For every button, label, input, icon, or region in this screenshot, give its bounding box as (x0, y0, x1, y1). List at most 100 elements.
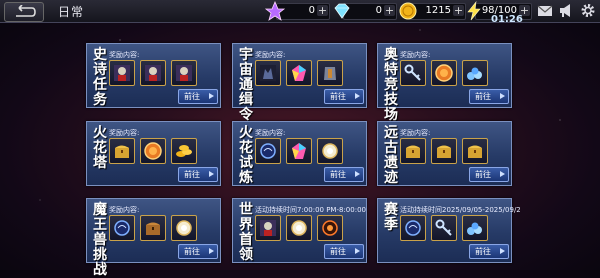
diamond-value: 0 (375, 5, 382, 16)
reward-slot[interactable] (109, 60, 135, 86)
gear-icon[interactable] (580, 3, 596, 18)
reward-slot[interactable] (317, 60, 343, 86)
reward-slot[interactable] (140, 215, 166, 241)
armor-icon (320, 63, 340, 83)
reward-label: 奖励内容: (255, 129, 286, 137)
arrow-right-icon (355, 171, 360, 177)
activity-card[interactable]: 远古遗迹 奖励内容: 前往 (377, 121, 512, 186)
arrow-right-icon (209, 248, 214, 254)
activity-card[interactable]: 魔王兽挑战 奖励内容: 前往 (86, 198, 221, 278)
activity-card[interactable]: 赛季 活动持续时间2025/09/05-2025/09/2 前往 (377, 198, 521, 263)
reward-slot[interactable] (431, 215, 457, 241)
megaphone-icon[interactable] (558, 3, 574, 18)
reward-label: 活动持续时间2025/09/05-2025/09/2 (400, 206, 521, 214)
reward-list (400, 215, 488, 241)
medal-icon (434, 63, 454, 83)
monster-card-icon (258, 63, 278, 83)
go-button[interactable]: 前往 (178, 89, 218, 104)
reward-slot[interactable] (140, 138, 166, 164)
gold-coins-icon (174, 141, 194, 161)
gold-coin-icon (399, 2, 417, 20)
glowing-orb-icon (320, 141, 340, 161)
reward-slot[interactable] (431, 60, 457, 86)
gold-add-button[interactable]: + (453, 5, 464, 16)
reward-slot[interactable] (317, 215, 343, 241)
activity-card[interactable]: 世界首领 活动持续时间7:00:00 PM-8:00:00 前往 (232, 198, 367, 263)
treasure-chest-icon (465, 141, 485, 161)
hero-card-icon (174, 63, 194, 83)
reward-label: 奖励内容: (109, 206, 140, 214)
reward-list (255, 60, 343, 86)
reward-slot[interactable] (140, 60, 166, 86)
rainbow-gem-icon (289, 63, 309, 83)
reward-slot[interactable] (255, 60, 281, 86)
activity-card[interactable]: 奥特竞技场 奖励内容: 前往 (377, 43, 512, 123)
glowing-orb-icon (174, 218, 194, 238)
reward-slot[interactable] (400, 138, 426, 164)
back-button[interactable] (4, 2, 44, 22)
go-button[interactable]: 前往 (324, 244, 364, 259)
gold-counter: 1215 + (399, 2, 466, 20)
mail-icon[interactable] (537, 3, 553, 18)
arrow-right-icon (500, 171, 505, 177)
treasure-chest-icon (112, 141, 132, 161)
treasure-chest-icon (403, 141, 423, 161)
clock-label: 01:26 (491, 14, 523, 25)
go-button-label: 前往 (184, 170, 200, 179)
arrow-right-icon (500, 93, 505, 99)
reward-slot[interactable] (462, 60, 488, 86)
reward-slot[interactable] (431, 138, 457, 164)
reward-slot[interactable] (255, 215, 281, 241)
reward-label: 活动持续时间7:00:00 PM-8:00:00 (255, 206, 366, 214)
reward-slot[interactable] (171, 138, 197, 164)
go-button-label: 前往 (475, 170, 491, 179)
reward-slot[interactable] (400, 60, 426, 86)
reward-slot[interactable] (317, 138, 343, 164)
reward-list (109, 215, 197, 241)
go-button[interactable]: 前往 (324, 167, 364, 182)
reward-slot[interactable] (171, 215, 197, 241)
reward-list (400, 60, 488, 86)
blue-orb-icon (403, 218, 423, 238)
arrow-right-icon (209, 171, 214, 177)
reward-list (255, 215, 343, 241)
go-button[interactable]: 前往 (178, 244, 218, 259)
activity-name: 远古遗迹 (384, 125, 398, 186)
medal-icon (143, 141, 163, 161)
diamond-counter: 0 + (334, 3, 397, 20)
reward-label: 奖励内容: (255, 51, 286, 59)
reward-slot[interactable] (462, 138, 488, 164)
reward-list (109, 138, 197, 164)
reward-slot[interactable] (462, 215, 488, 241)
hero-card-icon (258, 218, 278, 238)
go-button[interactable]: 前往 (178, 167, 218, 182)
go-button[interactable]: 前往 (469, 89, 509, 104)
glowing-orb-icon (289, 218, 309, 238)
go-button-label: 前往 (330, 247, 346, 256)
reward-slot[interactable] (109, 215, 135, 241)
crystal-add-button[interactable]: + (317, 5, 328, 16)
activity-card[interactable]: 火花塔 奖励内容: 前往 (86, 121, 221, 186)
reward-slot[interactable] (286, 138, 312, 164)
go-button[interactable]: 前往 (469, 167, 509, 182)
go-button-label: 前往 (330, 170, 346, 179)
go-button[interactable]: 前往 (324, 89, 364, 104)
activity-name: 宇宙通缉令 (239, 47, 253, 123)
diamond-add-button[interactable]: + (384, 5, 395, 16)
activity-card[interactable]: 火花试炼 奖励内容: 前往 (232, 121, 367, 186)
reward-slot[interactable] (286, 60, 312, 86)
activity-card[interactable]: 史诗任务 奖励内容: 前往 (86, 43, 221, 108)
reward-slot[interactable] (109, 138, 135, 164)
activity-name: 世界首领 (239, 202, 253, 263)
go-button[interactable]: 前往 (469, 244, 509, 259)
star-crystal-icon (265, 1, 285, 21)
key-icon (434, 218, 454, 238)
reward-slot[interactable] (171, 60, 197, 86)
activity-name: 奥特竞技场 (384, 47, 398, 123)
reward-slot[interactable] (286, 215, 312, 241)
reward-list (255, 138, 343, 164)
reward-slot[interactable] (255, 138, 281, 164)
reward-slot[interactable] (400, 215, 426, 241)
rainbow-gem-icon (289, 141, 309, 161)
activity-card[interactable]: 宇宙通缉令 奖励内容: 前往 (232, 43, 367, 123)
